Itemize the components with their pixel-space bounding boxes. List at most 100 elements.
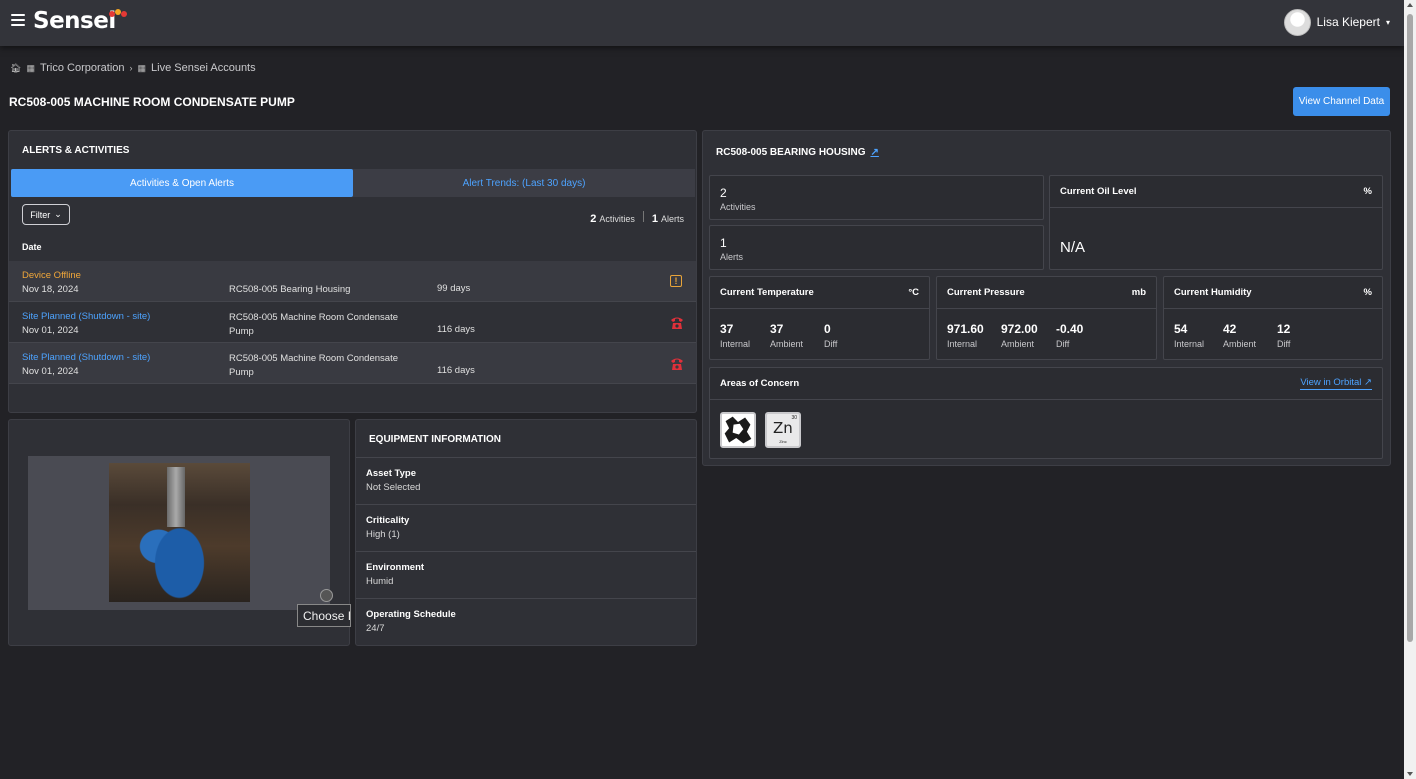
asset-photo-panel: Choose I [8,419,351,646]
alert-title[interactable]: Site Planned (Shutdown - site) [22,352,150,363]
page-scrollbar[interactable] [1404,0,1416,779]
page-title: RC508-005 MACHINE ROOM CONDENSATE PUMP [9,95,295,109]
humidity-header: Current Humidity % [1164,277,1382,309]
temperature-unit: °C [908,287,919,298]
view-in-orbital-label[interactable]: View in Orbital [1300,377,1361,388]
building-icon: ▦ [26,62,35,73]
breadcrumb-item-live-accounts[interactable]: Live Sensei Accounts [151,62,256,74]
alert-date: Nov 01, 2024 [22,325,79,336]
pressure-unit: mb [1131,287,1146,298]
equipment-information-panel: EQUIPMENT INFORMATION Asset Type Not Sel… [355,419,697,646]
bearing-housing-name[interactable]: RC508-005 BEARING HOUSING [716,147,865,158]
menu-icon[interactable] [11,14,25,26]
pressure-values: 971.60 Internal 972.00 Ambient -0.40 Diff [937,309,1156,349]
temperature-internal-value: 37 [720,322,734,336]
chevron-right-icon: › [129,63,133,73]
metric-label: Ambient [1223,339,1257,349]
equipment-operating-schedule: Operating Schedule 24/7 [356,599,696,646]
alert-warning-icon: ! [670,275,682,287]
bearing-housing-title: RC508-005 BEARING HOUSING ↗ [716,147,879,158]
oil-level-value: N/A [1060,239,1086,256]
alerts-tabs: Activities & Open Alerts Alert Trends: (… [11,169,695,197]
activities-label: Activities [599,214,635,224]
top-navigation-bar: Sensei Lisa Kiepert ▾ [0,0,1404,46]
temperature-diff-value: 0 [824,322,831,336]
scroll-down-arrow[interactable] [1407,772,1413,776]
metric-label: Diff [824,339,838,349]
humidity-card: Current Humidity % 54 Internal 42 Ambient … [1163,276,1383,360]
chevron-down-icon[interactable]: ▾ [1386,18,1390,27]
sensei-logo[interactable]: Sensei [33,8,116,34]
asset-photo[interactable] [109,463,250,602]
alert-row[interactable]: Site Planned (Shutdown - site) Nov 01, 2… [9,343,696,384]
alerts-count: 1 [651,213,658,225]
alert-row[interactable]: Device Offline Nov 18, 2024 RC508-005 Be… [9,261,696,302]
alert-days: 116 days [437,365,475,376]
scroll-thumb[interactable] [1407,14,1413,642]
phone-icon [671,317,683,329]
external-link-icon[interactable]: ↗ [1364,377,1372,388]
alerts-card[interactable]: 1 Alerts [709,225,1044,270]
zinc-number: 30 [791,415,797,421]
equipment-title: EQUIPMENT INFORMATION [369,434,502,445]
user-menu[interactable]: Lisa Kiepert ▾ [1283,8,1390,36]
breadcrumb: 🏠︎ ▦ Trico Corporation › ▦ Live Sensei A… [10,62,256,74]
humidity-values: 54 Internal 42 Ambient 12 Diff [1164,309,1382,349]
pressure-card: Current Pressure mb 971.60 Internal 972.0… [936,276,1157,360]
divider [642,211,644,222]
oil-level-title: Current Oil Level [1060,186,1137,197]
zinc-element-icon[interactable]: Zn 30 Zinc [765,412,801,448]
alerts-label: Alerts [660,214,684,224]
alert-title[interactable]: Device Offline [22,270,81,281]
scroll-up-arrow[interactable] [1407,3,1413,7]
alert-title[interactable]: Site Planned (Shutdown - site) [22,311,150,322]
tab-activities-open-alerts[interactable]: Activities & Open Alerts [11,169,353,197]
alerts-activities-panel: ALERTS & ACTIVITIES Activities & Open Al… [8,130,697,413]
alert-row[interactable]: Site Planned (Shutdown - site) Nov 01, 2… [9,302,696,343]
humidity-internal-value: 54 [1174,322,1188,336]
equipment-environment: Environment Humid [356,552,696,599]
alert-asset: RC508-005 Machine Room Condensate Pump [229,312,398,337]
temperature-title: Current Temperature [720,287,814,298]
equipment-value: High (1) [366,529,400,540]
date-column-header[interactable]: Date [22,242,42,252]
zinc-name: Zinc [779,439,787,444]
logo-dots [109,9,129,17]
choose-image-button[interactable]: Choose I [297,604,351,627]
zinc-symbol: Zn [773,419,793,437]
particle-contamination-icon[interactable] [720,412,756,448]
equipment-value: 24/7 [366,623,385,634]
external-link-icon[interactable]: ↗ [870,147,878,158]
tab-alert-trends[interactable]: Alert Trends: (Last 30 days) [353,169,695,197]
temperature-ambient-value: 37 [770,322,784,336]
activities-card[interactable]: 2 Activities [709,175,1044,220]
oil-level-unit: % [1363,186,1372,197]
humidity-unit: % [1363,287,1372,298]
alert-days: 116 days [437,324,475,335]
areas-of-concern-header: Areas of Concern View in Orbital ↗ [710,368,1382,400]
areas-of-concern-card: Areas of Concern View in Orbital ↗ Zn 30… [709,367,1383,459]
pressure-ambient-value: 972.00 [1001,322,1038,336]
avatar[interactable] [1283,8,1311,36]
home-icon[interactable]: 🏠︎ [10,63,21,74]
alerts-list: Device Offline Nov 18, 2024 RC508-005 Be… [9,261,696,384]
equipment-label: Criticality [366,515,410,526]
view-channel-data-button[interactable]: View Channel Data [1293,87,1390,116]
metric-label: Diff [1277,339,1291,349]
user-name[interactable]: Lisa Kiepert [1317,15,1380,29]
metric-label: Internal [720,339,751,349]
alerts-panel-title: ALERTS & ACTIVITIES [22,145,130,156]
pressure-header: Current Pressure mb [937,277,1156,309]
filter-button[interactable]: Filter ⌄ [22,204,70,225]
metric-label: Diff [1056,339,1070,349]
humidity-ambient-value: 42 [1223,322,1237,336]
alert-date: Nov 01, 2024 [22,366,79,377]
breadcrumb-item-trico[interactable]: Trico Corporation [40,62,125,74]
equipment-criticality: Criticality High (1) [356,505,696,552]
alerts-label: Alerts [720,252,744,262]
view-in-orbital-link[interactable]: View in Orbital ↗ [1300,377,1372,390]
metric-label: Ambient [1001,339,1035,349]
camera-icon[interactable] [320,589,333,602]
alert-asset: RC508-005 Bearing Housing [229,284,351,295]
alert-asset: RC508-005 Machine Room Condensate Pump [229,353,398,378]
